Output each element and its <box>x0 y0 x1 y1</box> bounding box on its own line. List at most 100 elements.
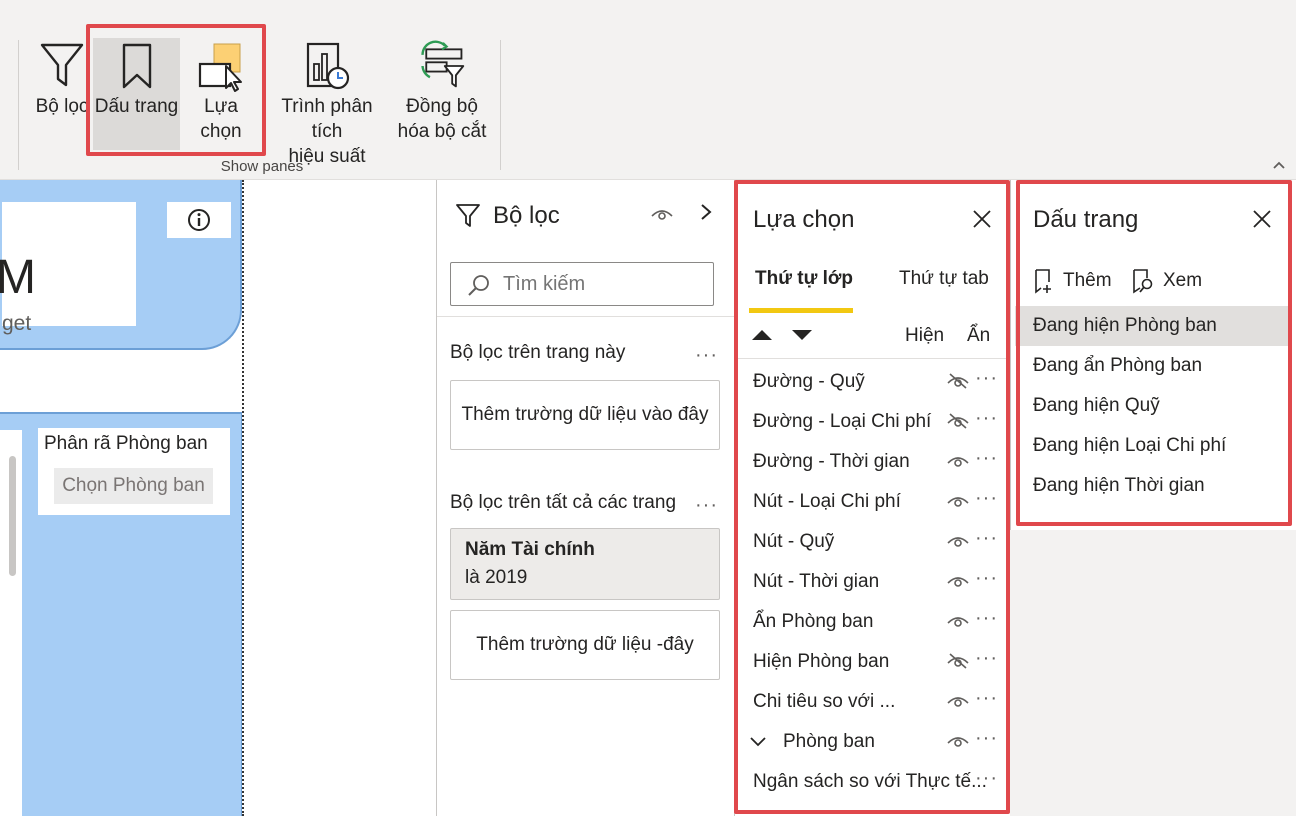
more-options-button[interactable]: ··· <box>975 447 998 470</box>
info-icon <box>188 209 210 231</box>
more-options-button[interactable]: ··· <box>975 527 998 550</box>
more-options-button[interactable]: ··· <box>975 367 998 390</box>
all-pages-filters-heading: Bộ lọc trên tất cả các trang <box>450 492 677 513</box>
bookmark-item-label: Đang hiện Quỹ <box>1033 395 1160 416</box>
page-filters-more-button[interactable]: ··· <box>695 344 718 367</box>
info-button[interactable] <box>167 202 231 238</box>
selection-item-label: Đường - Quỹ <box>753 371 865 392</box>
bookmark-item[interactable]: Đang hiện Phòng ban <box>1015 306 1291 346</box>
kpi-value: M <box>0 251 36 304</box>
expand-group-chevron-icon[interactable] <box>749 735 767 753</box>
ribbon-selection-button[interactable]: Lựa chọn <box>182 38 260 144</box>
selection-list-item[interactable]: Nút - Thời gian ··· <box>735 563 1011 603</box>
move-down-icon[interactable] <box>791 328 813 347</box>
collapse-ribbon-icon[interactable] <box>1272 154 1286 175</box>
visibility-eye-icon[interactable] <box>947 693 969 712</box>
selection-list-item[interactable]: Nút - Loại Chi phí ··· <box>735 483 1011 523</box>
all-pages-filters-drop-well[interactable]: Thêm trường dữ liệu -đây <box>450 610 720 680</box>
add-bookmark-button[interactable]: Thêm <box>1033 268 1112 294</box>
close-selection-pane-button[interactable] <box>971 208 995 232</box>
visibility-eye-icon[interactable] <box>947 573 969 592</box>
page-boundary <box>242 180 244 816</box>
more-options-button[interactable]: ··· <box>975 487 998 510</box>
ribbon-selection-label: Lựa chọn <box>200 96 242 142</box>
visibility-eye-icon[interactable] <box>947 493 969 512</box>
department-slicer[interactable]: Phân rã Phòng ban Chọn Phòng ban <box>38 428 230 515</box>
eye-icon[interactable] <box>651 206 673 227</box>
filters-pane: Bộ lọc Bộ lọc trên trang này ··· Thêm tr… <box>436 180 735 816</box>
collapse-pane-chevron-icon[interactable] <box>699 202 713 228</box>
hide-all-button[interactable]: Ẩn <box>967 325 990 347</box>
hidden-eye-slash-icon[interactable] <box>947 653 969 674</box>
report-canvas: M get Phân rã Phòng ban Chọn Phòng ban <box>0 180 436 816</box>
selection-item-label: Chi tiêu so với ... <box>753 691 896 712</box>
selection-list-item[interactable]: Nút - Quỹ ··· <box>735 523 1011 563</box>
more-options-button[interactable]: ··· <box>975 407 998 430</box>
add-bookmark-icon <box>1035 269 1051 294</box>
selection-list-item[interactable]: Ngân sách so với Thực tế... ··· <box>735 763 1011 803</box>
add-bookmark-label: Thêm <box>1063 270 1112 291</box>
filter-card-title: Năm Tài chính <box>465 539 595 560</box>
close-bookmarks-pane-button[interactable] <box>1251 208 1275 232</box>
divider <box>437 316 735 317</box>
selection-list-item[interactable]: Đường - Thời gian ··· <box>735 443 1011 483</box>
selection-item-label: Ngân sách so với Thực tế... <box>753 771 987 792</box>
view-bookmarks-button[interactable]: Xem <box>1131 268 1202 294</box>
bookmark-item[interactable]: Đang hiện Loại Chi phí <box>1015 426 1291 466</box>
selection-item-label: Hiện Phòng ban <box>753 651 890 672</box>
kpi-subtitle: get <box>2 312 32 335</box>
ribbon-filter-button[interactable]: Bộ lọc <box>34 38 90 119</box>
bookmark-item-label: Đang hiện Thời gian <box>1033 475 1205 496</box>
bookmark-item[interactable]: Đang ẩn Phòng ban <box>1015 346 1291 386</box>
close-icon <box>973 210 991 228</box>
ribbon-sync-label-2: hóa bộ cắt <box>397 121 487 142</box>
hidden-eye-slash-icon[interactable] <box>947 413 969 434</box>
bookmark-item[interactable]: Đang hiện Thời gian <box>1015 466 1291 506</box>
view-icon <box>1133 269 1153 294</box>
selection-list-item[interactable]: Chi tiêu so với ... ··· <box>735 683 1011 723</box>
ribbon-bookmark-button[interactable]: Dấu trang <box>93 38 180 150</box>
selection-item-label: Đường - Loại Chi phí <box>753 411 932 432</box>
visibility-eye-icon[interactable] <box>947 533 969 552</box>
visibility-eye-icon[interactable] <box>947 453 969 472</box>
more-options-button[interactable]: ··· <box>975 567 998 590</box>
slicer-dropdown[interactable]: Chọn Phòng ban <box>54 468 213 504</box>
visibility-eye-icon[interactable] <box>947 733 969 752</box>
filters-pane-title: Bộ lọc <box>493 202 560 229</box>
slicer-list[interactable] <box>0 430 22 816</box>
tab-layer-order[interactable]: Thứ tự lớp <box>755 268 853 290</box>
filter-card[interactable]: Năm Tài chính là 2019 <box>450 528 720 600</box>
search-input[interactable] <box>503 271 703 297</box>
ribbon-group-label: Show panes <box>220 158 304 175</box>
hidden-eye-slash-icon[interactable] <box>947 373 969 394</box>
slicer-visual-container: Phân rã Phòng ban Chọn Phòng ban <box>0 412 242 816</box>
page-filters-drop-well[interactable]: Thêm trường dữ liệu vào đây <box>450 380 720 450</box>
ribbon-performance-analyzer-button[interactable]: Trình phân tích hiệu suất <box>264 38 390 169</box>
close-icon <box>1253 210 1271 228</box>
kpi-card[interactable]: M get <box>0 202 136 335</box>
move-up-icon[interactable] <box>751 328 773 347</box>
funnel-icon <box>37 38 87 94</box>
more-options-button[interactable]: ··· <box>975 687 998 710</box>
bookmark-item[interactable]: Đang hiện Quỹ <box>1015 386 1291 426</box>
more-options-button[interactable]: ··· <box>975 767 998 790</box>
selection-list-item[interactable]: Phòng ban ··· <box>735 723 1011 763</box>
selection-list-item[interactable]: Đường - Loại Chi phí ··· <box>735 403 1011 443</box>
show-all-button[interactable]: Hiện <box>905 325 944 347</box>
selection-list-item[interactable]: Hiện Phòng ban ··· <box>735 643 1011 683</box>
funnel-icon <box>455 202 481 233</box>
kpi-visual-container: M get <box>0 180 242 350</box>
more-options-button[interactable]: ··· <box>975 607 998 630</box>
more-options-button[interactable]: ··· <box>975 647 998 670</box>
all-pages-filters-more-button[interactable]: ··· <box>695 494 718 517</box>
selection-list-item[interactable]: Ẩn Phòng ban ··· <box>735 603 1011 643</box>
scrollbar[interactable] <box>9 456 16 576</box>
selection-item-label: Nút - Thời gian <box>753 571 880 592</box>
ribbon-sync-slicers-button[interactable]: Đồng bộ hóa bộ cắt <box>394 38 490 144</box>
view-bookmarks-label: Xem <box>1163 270 1203 291</box>
more-options-button[interactable]: ··· <box>975 727 998 750</box>
visibility-eye-icon[interactable] <box>947 613 969 632</box>
filter-search-box[interactable] <box>450 262 714 306</box>
selection-list-item[interactable]: Đường - Quỹ ··· <box>735 363 1011 403</box>
tab-tab-order[interactable]: Thứ tự tab <box>899 268 989 290</box>
